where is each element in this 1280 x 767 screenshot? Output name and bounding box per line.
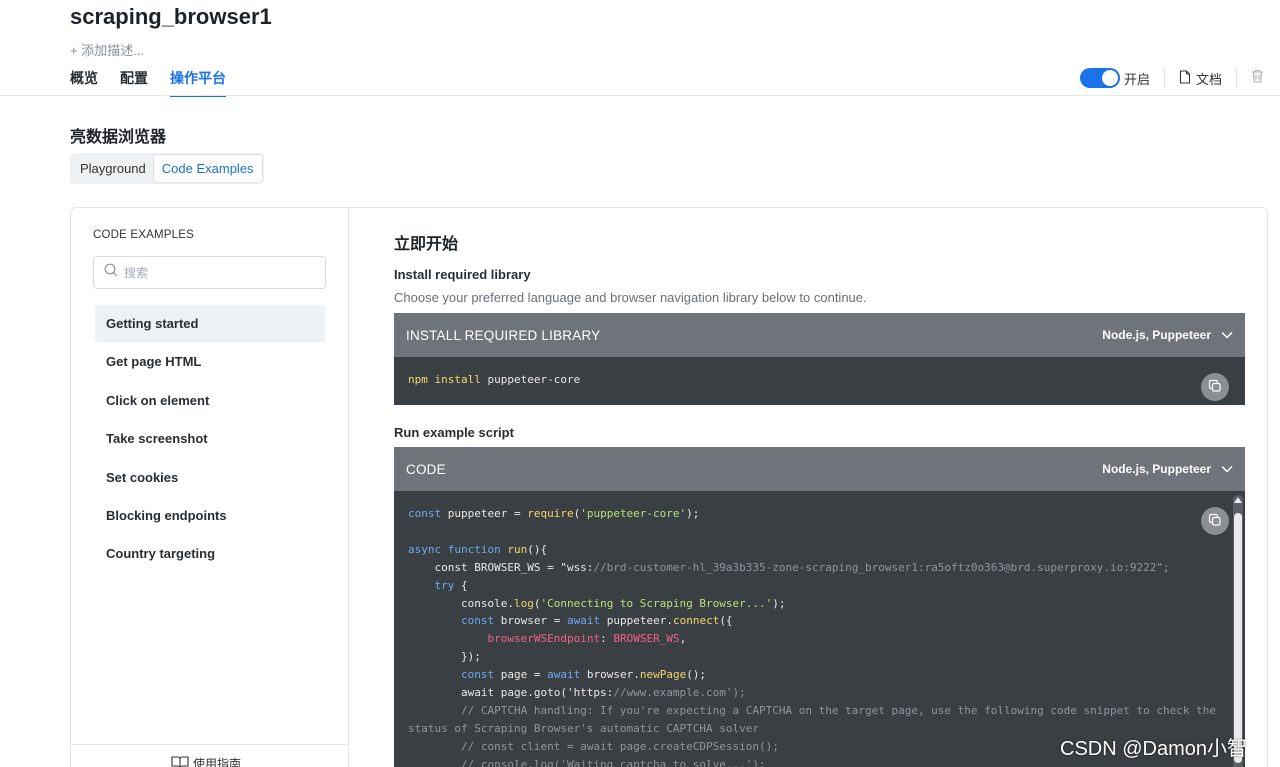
install-language-select[interactable]: Node.js, Puppeteer bbox=[1102, 328, 1233, 342]
code-line: // CAPTCHA handling: If you're expecting… bbox=[460, 703, 1216, 717]
user-guide-link[interactable]: 使用指南 bbox=[171, 755, 241, 767]
copy-icon bbox=[1208, 513, 1222, 530]
search-icon bbox=[104, 263, 118, 282]
content-title: 立即开始 bbox=[394, 236, 459, 253]
watermark: CSDN @Damon小智 bbox=[1060, 738, 1248, 760]
code-line: console.log('Connecting to Scraping Brow… bbox=[408, 596, 786, 610]
top-tabs: 概览 配置 操作平台 bbox=[70, 68, 226, 97]
code-line: const puppeteer = require('puppeteer-cor… bbox=[408, 507, 700, 520]
book-icon bbox=[171, 755, 189, 767]
user-guide-label: 使用指南 bbox=[193, 757, 242, 767]
example-code-block: const puppeteer = require('puppeteer-cor… bbox=[394, 491, 1245, 767]
copy-icon bbox=[1208, 379, 1222, 396]
header-divider bbox=[0, 95, 1280, 96]
segment-playground[interactable]: Playground bbox=[72, 155, 154, 182]
page-title: scraping_browser1 bbox=[70, 4, 272, 29]
code-text: const puppeteer = require('puppeteer-cor… bbox=[394, 491, 1245, 767]
chevron-down-icon bbox=[1221, 462, 1233, 476]
add-description-link[interactable]: + 添加描述... bbox=[70, 40, 144, 59]
search-box bbox=[93, 256, 326, 289]
code-block-header: CODE Node.js, Puppeteer bbox=[394, 447, 1245, 491]
code-block-title: CODE bbox=[406, 461, 446, 477]
delete-button[interactable] bbox=[1251, 69, 1264, 88]
sidebar-footer: 使用指南 bbox=[71, 744, 349, 767]
cmd-token: puppeteer-core bbox=[487, 373, 581, 386]
chevron-down-icon bbox=[1221, 328, 1233, 342]
trash-icon bbox=[1251, 69, 1264, 88]
header-actions: 开启 文档 bbox=[1079, 66, 1264, 90]
copy-install-button[interactable] bbox=[1201, 373, 1229, 401]
search-input[interactable] bbox=[124, 265, 314, 280]
install-language-label: Node.js, Puppeteer bbox=[1102, 328, 1211, 342]
code-line: const page = await browser.newPage(); bbox=[460, 668, 707, 682]
tab-config[interactable]: 配置 bbox=[120, 68, 148, 97]
code-line: const BROWSER_WS = "wss://brd-customer-h… bbox=[408, 560, 1170, 574]
section-title: 亮数据浏览器 bbox=[70, 129, 167, 146]
toggle-knob bbox=[1101, 70, 1118, 86]
docs-label: 文档 bbox=[1195, 71, 1222, 87]
code-language-select[interactable]: Node.js, Puppeteer bbox=[1102, 462, 1233, 476]
sidebar-item-country-targeting[interactable]: Country targeting bbox=[95, 535, 325, 572]
toggle-label: 开启 bbox=[1123, 71, 1150, 87]
code-line: const browser = await puppeteer.connect(… bbox=[460, 614, 733, 628]
sidebar-item-getting-started[interactable]: Getting started bbox=[95, 305, 325, 342]
mode-switch: Playground Code Examples bbox=[70, 153, 264, 184]
copy-code-button[interactable] bbox=[1201, 507, 1229, 535]
code-line: await page.goto('https://www.example.com… bbox=[408, 686, 746, 700]
tab-playground-platform[interactable]: 操作平台 bbox=[170, 68, 226, 97]
install-block-title: INSTALL REQUIRED LIBRARY bbox=[406, 327, 601, 343]
code-line: }); bbox=[408, 650, 481, 664]
cmd-token: install bbox=[434, 373, 481, 386]
divider bbox=[1236, 68, 1237, 88]
segment-code-examples[interactable]: Code Examples bbox=[153, 155, 262, 182]
sidebar-item-blocking-endpoints[interactable]: Blocking endpoints bbox=[95, 497, 325, 534]
sidebar-item-set-cookies[interactable]: Set cookies bbox=[95, 459, 325, 496]
code-scrollbar[interactable] bbox=[1233, 495, 1243, 767]
scrollbar-thumb[interactable] bbox=[1234, 513, 1242, 763]
sidebar-item-get-page-html[interactable]: Get page HTML bbox=[95, 343, 325, 380]
code-line: try { bbox=[434, 578, 468, 592]
divider bbox=[1163, 68, 1165, 88]
install-block-header: INSTALL REQUIRED LIBRARY Node.js, Puppet… bbox=[394, 313, 1245, 357]
install-code-block: npm install puppeteer-core bbox=[394, 357, 1245, 405]
examples-sidebar: CODE EXAMPLES Getting started Get page H… bbox=[71, 208, 349, 767]
examples-nav: Getting started Get page HTML Click on e… bbox=[95, 305, 325, 574]
install-command: npm install puppeteer-core bbox=[394, 357, 1245, 402]
document-icon bbox=[1179, 69, 1191, 87]
install-heading: Install required library bbox=[394, 267, 531, 282]
run-heading: Run example script bbox=[394, 425, 514, 440]
sidebar-heading: CODE EXAMPLES bbox=[93, 229, 195, 241]
code-examples-panel: CODE EXAMPLES Getting started Get page H… bbox=[70, 207, 1268, 767]
docs-button[interactable]: 文档 bbox=[1179, 69, 1222, 88]
code-line: browserWSEndpoint: BROWSER_WS, bbox=[487, 632, 687, 646]
tab-overview[interactable]: 概览 bbox=[70, 68, 98, 97]
code-language-label: Node.js, Puppeteer bbox=[1102, 462, 1211, 476]
code-line: async function run(){ bbox=[408, 542, 548, 556]
sidebar-item-take-screenshot[interactable]: Take screenshot bbox=[95, 420, 325, 457]
sidebar-item-click-on-element[interactable]: Click on element bbox=[95, 382, 325, 419]
enable-toggle[interactable] bbox=[1079, 68, 1120, 88]
cmd-token: npm bbox=[408, 373, 428, 386]
install-description: Choose your preferred language and brows… bbox=[394, 290, 867, 305]
scroll-up-icon[interactable] bbox=[1234, 497, 1242, 503]
